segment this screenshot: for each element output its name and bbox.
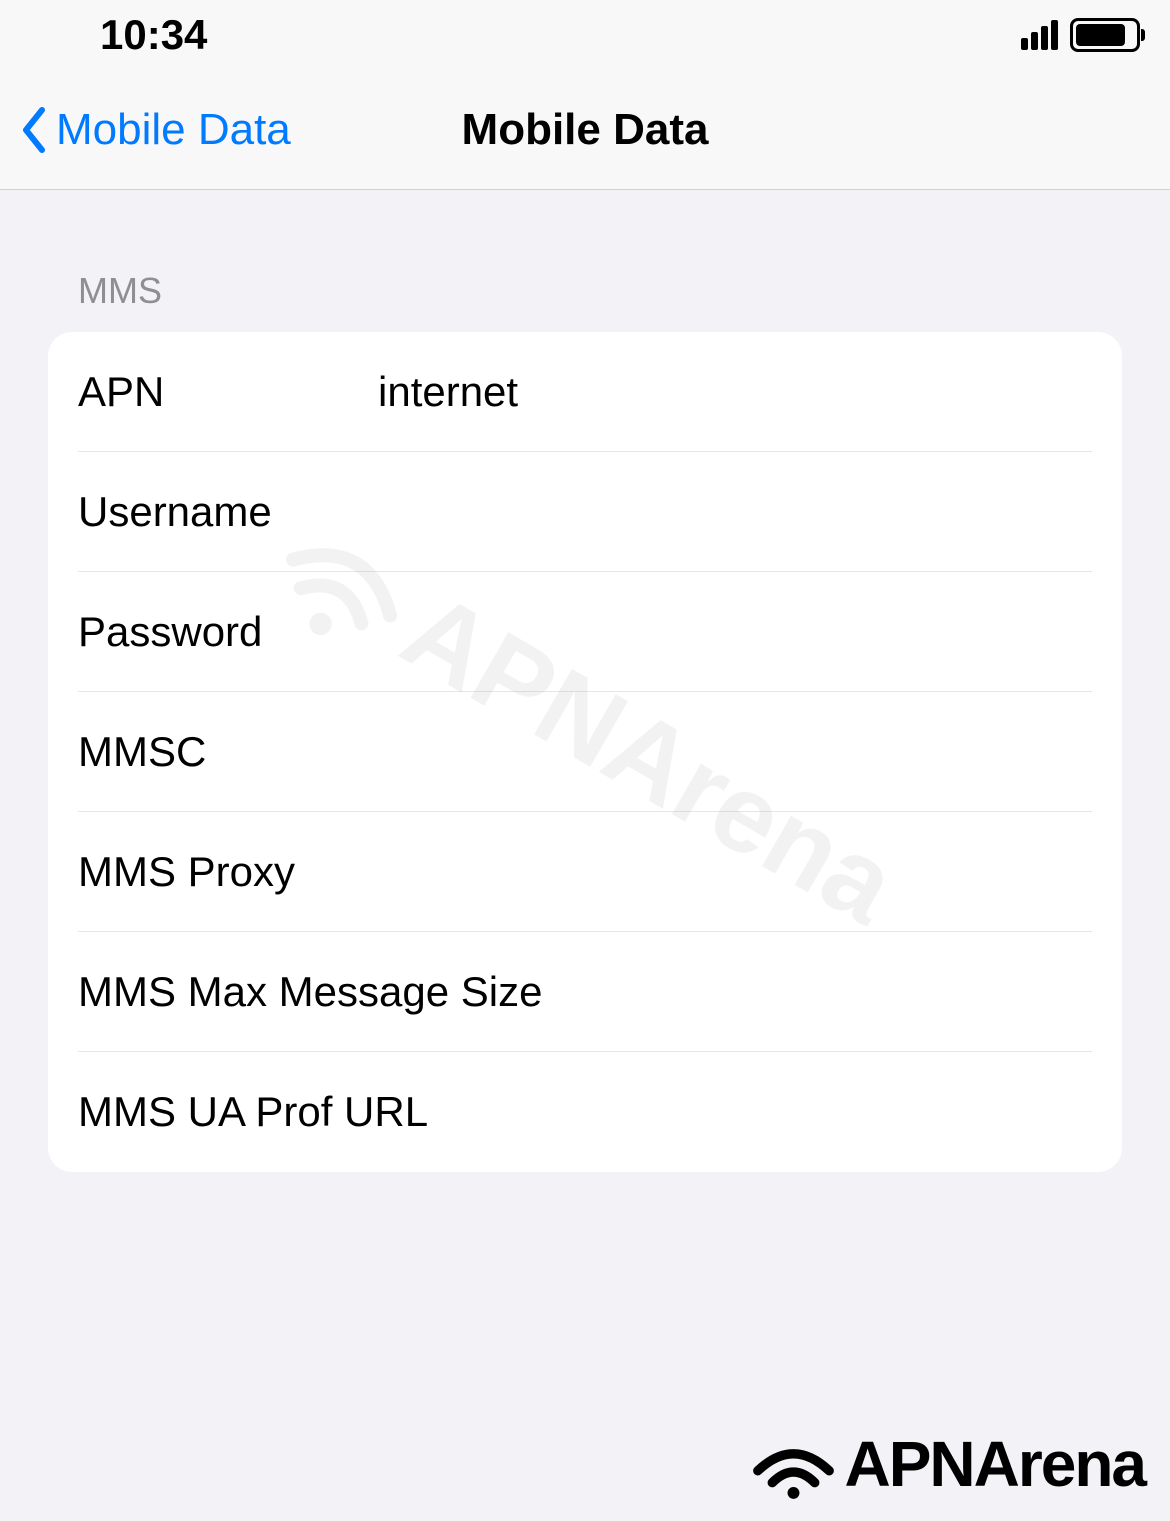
chevron-left-icon <box>20 106 48 154</box>
mms-max-size-input[interactable] <box>542 968 1092 1016</box>
username-input[interactable] <box>378 488 1092 536</box>
mms-ua-prof-label: MMS UA Prof URL <box>78 1088 428 1136</box>
battery-icon <box>1070 18 1140 52</box>
navigation-header: Mobile Data Mobile Data <box>0 70 1170 190</box>
mms-ua-prof-input[interactable] <box>428 1088 1092 1136</box>
footer-logo-text: APNArena <box>844 1427 1145 1501</box>
mms-settings-group: APN Username Password MMSC <box>48 332 1122 1172</box>
mms-proxy-label: MMS Proxy <box>78 848 378 896</box>
apn-input[interactable] <box>378 368 1092 416</box>
username-row[interactable]: Username <box>48 452 1122 572</box>
footer-logo: APNArena <box>751 1427 1145 1501</box>
status-time: 10:34 <box>100 11 207 59</box>
page-title: Mobile Data <box>462 105 709 155</box>
status-bar: 10:34 <box>0 0 1170 70</box>
mms-max-size-row[interactable]: MMS Max Message Size <box>48 932 1122 1052</box>
password-input[interactable] <box>378 608 1092 656</box>
mmsc-input[interactable] <box>378 728 1092 776</box>
back-button[interactable]: Mobile Data <box>0 105 291 155</box>
mmsc-label: MMSC <box>78 728 378 776</box>
mms-proxy-input[interactable] <box>378 848 1092 896</box>
password-row[interactable]: Password <box>48 572 1122 692</box>
username-label: Username <box>78 488 378 536</box>
wifi-icon <box>751 1429 836 1499</box>
apn-row[interactable]: APN <box>48 332 1122 452</box>
apn-label: APN <box>78 368 378 416</box>
content-area: MMS APN Username Password MMSC <box>0 190 1170 1172</box>
password-label: Password <box>78 608 378 656</box>
mms-max-size-label: MMS Max Message Size <box>78 968 542 1016</box>
status-indicators <box>1021 18 1140 52</box>
mms-proxy-row[interactable]: MMS Proxy <box>48 812 1122 932</box>
mmsc-row[interactable]: MMSC <box>48 692 1122 812</box>
mms-ua-prof-row[interactable]: MMS UA Prof URL <box>48 1052 1122 1172</box>
back-button-label: Mobile Data <box>56 105 291 155</box>
cellular-signal-icon <box>1021 20 1058 50</box>
section-header-mms: MMS <box>48 270 1122 312</box>
